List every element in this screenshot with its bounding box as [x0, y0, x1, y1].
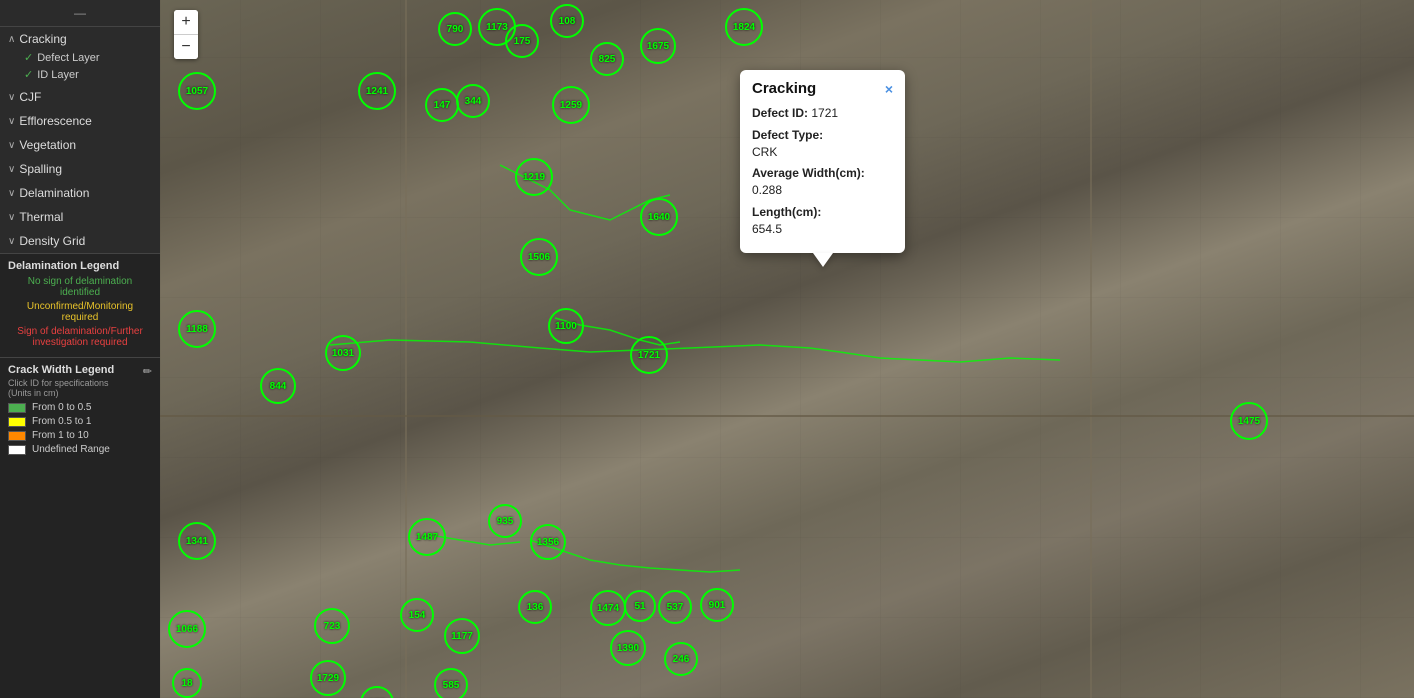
popup-avg-width-value: 0.288	[752, 183, 782, 197]
crack-swatch-green	[8, 403, 26, 413]
popup-defect-id: Defect ID: 1721	[752, 105, 893, 122]
check-defect-icon: ✓	[24, 51, 33, 64]
sidebar-header: —	[0, 0, 160, 27]
chevron-delamination-icon: ∨	[8, 188, 15, 199]
popup-defect-type: Defect Type: CRK	[752, 127, 893, 161]
chevron-spalling-icon: ∨	[8, 164, 15, 175]
crack-item-2: From 1 to 10	[8, 430, 152, 441]
delamination-legend: Delamination Legend No sign of delaminat…	[0, 253, 160, 357]
popup-defect-id-value-text: 1721	[811, 106, 838, 120]
popup-length-label: Length(cm):	[752, 205, 821, 219]
popup-header: Cracking ×	[752, 80, 893, 97]
zoom-controls: + −	[174, 10, 198, 59]
layer-group-efflorescence: ∨ Efflorescence	[0, 109, 160, 133]
layer-thermal-label: Thermal	[19, 210, 63, 224]
popup-defect-type-value: CRK	[752, 145, 777, 159]
layer-group-delamination: ∨ Delamination	[0, 181, 160, 205]
layer-vegetation-label: Vegetation	[19, 138, 76, 152]
crack-width-legend: Crack Width Legend ✏ Click ID for specif…	[0, 357, 160, 698]
layer-efflorescence-label: Efflorescence	[19, 114, 92, 128]
map-divider-h1	[160, 415, 1414, 417]
crack-legend-subtitle: Click ID for specifications(Units in cm)	[8, 378, 152, 398]
check-id-icon: ✓	[24, 68, 33, 81]
layer-density-label: Density Grid	[19, 234, 85, 248]
layer-cracking-label: Cracking	[19, 32, 66, 46]
pencil-icon[interactable]: ✏	[143, 365, 152, 378]
crack-swatch-white	[8, 445, 26, 455]
popup-avg-width-label: Average Width(cm):	[752, 166, 865, 180]
layer-group-cjf-title[interactable]: ∨ CJF	[0, 87, 160, 107]
zoom-out-button[interactable]: −	[174, 35, 198, 59]
delamination-legend-title: Delamination Legend	[8, 260, 152, 272]
del-legend-item-green: No sign of delamination identified	[8, 276, 152, 298]
layer-defect-label: Defect Layer	[37, 52, 99, 64]
popup-defect-type-label: Defect Type:	[752, 128, 823, 142]
layer-group-thermal: ∨ Thermal	[0, 205, 160, 229]
popup-close-button[interactable]: ×	[885, 81, 893, 97]
chevron-vegetation-icon: ∨	[8, 140, 15, 151]
popup-title: Cracking	[752, 80, 816, 97]
popup-length-value: 654.5	[752, 222, 782, 236]
layer-cracking-children: ✓ Defect Layer ✓ ID Layer	[0, 49, 160, 83]
layer-delamination-label: Delamination	[19, 186, 89, 200]
popup-length: Length(cm): 654.5	[752, 204, 893, 238]
popup-defect-id-label: Defect ID:	[752, 106, 808, 120]
crack-item-1: From 0.5 to 1	[8, 416, 152, 427]
crack-label-0: From 0 to 0.5	[32, 402, 91, 413]
chevron-density-icon: ∨	[8, 236, 15, 247]
sidebar: — ∧ Cracking ✓ Defect Layer ✓ ID Layer ∨…	[0, 0, 160, 698]
map-area[interactable]: + − Cracking × Defect ID: 1721 Defect Ty…	[160, 0, 1414, 698]
del-legend-item-yellow: Unconfirmed/Monitoring required	[8, 301, 152, 323]
layer-group-cjf: ∨ CJF	[0, 85, 160, 109]
crack-label-1: From 0.5 to 1	[32, 416, 91, 427]
layer-group-spalling-title[interactable]: ∨ Spalling	[0, 159, 160, 179]
layer-child-id[interactable]: ✓ ID Layer	[16, 66, 160, 83]
crack-label-2: From 1 to 10	[32, 430, 89, 441]
layer-cjf-label: CJF	[19, 90, 41, 104]
crack-detail-popup: Cracking × Defect ID: 1721 Defect Type: …	[740, 70, 905, 253]
layer-group-delamination-title[interactable]: ∨ Delamination	[0, 183, 160, 203]
chevron-cjf-icon: ∨	[8, 92, 15, 103]
layer-group-cracking: ∧ Cracking ✓ Defect Layer ✓ ID Layer	[0, 27, 160, 85]
layer-group-density-title[interactable]: ∨ Density Grid	[0, 231, 160, 251]
chevron-efflorescence-icon: ∨	[8, 116, 15, 127]
del-legend-item-red: Sign of delamination/Further investigati…	[8, 326, 152, 348]
map-divider-v2	[1090, 0, 1092, 698]
layer-id-label: ID Layer	[37, 69, 79, 81]
layer-group-vegetation-title[interactable]: ∨ Vegetation	[0, 135, 160, 155]
layer-group-cracking-title[interactable]: ∧ Cracking	[0, 29, 160, 49]
crack-swatch-yellow	[8, 417, 26, 427]
crack-swatch-orange	[8, 431, 26, 441]
layer-spalling-label: Spalling	[19, 162, 62, 176]
popup-avg-width: Average Width(cm): 0.288	[752, 165, 893, 199]
chevron-cracking-icon: ∧	[8, 34, 15, 45]
layer-group-efflorescence-title[interactable]: ∨ Efflorescence	[0, 111, 160, 131]
crack-label-3: Undefined Range	[32, 444, 110, 455]
crack-item-3: Undefined Range	[8, 444, 152, 455]
layer-group-vegetation: ∨ Vegetation	[0, 133, 160, 157]
layer-child-defect[interactable]: ✓ Defect Layer	[16, 49, 160, 66]
layer-group-thermal-title[interactable]: ∨ Thermal	[0, 207, 160, 227]
layer-group-density-grid: ∨ Density Grid	[0, 229, 160, 253]
zoom-in-button[interactable]: +	[174, 10, 198, 34]
crack-item-0: From 0 to 0.5	[8, 402, 152, 413]
crack-legend-title: Crack Width Legend	[8, 364, 114, 376]
chevron-thermal-icon: ∨	[8, 212, 15, 223]
popup-tail	[813, 253, 833, 267]
map-divider-v1	[405, 0, 407, 698]
layer-group-spalling: ∨ Spalling	[0, 157, 160, 181]
